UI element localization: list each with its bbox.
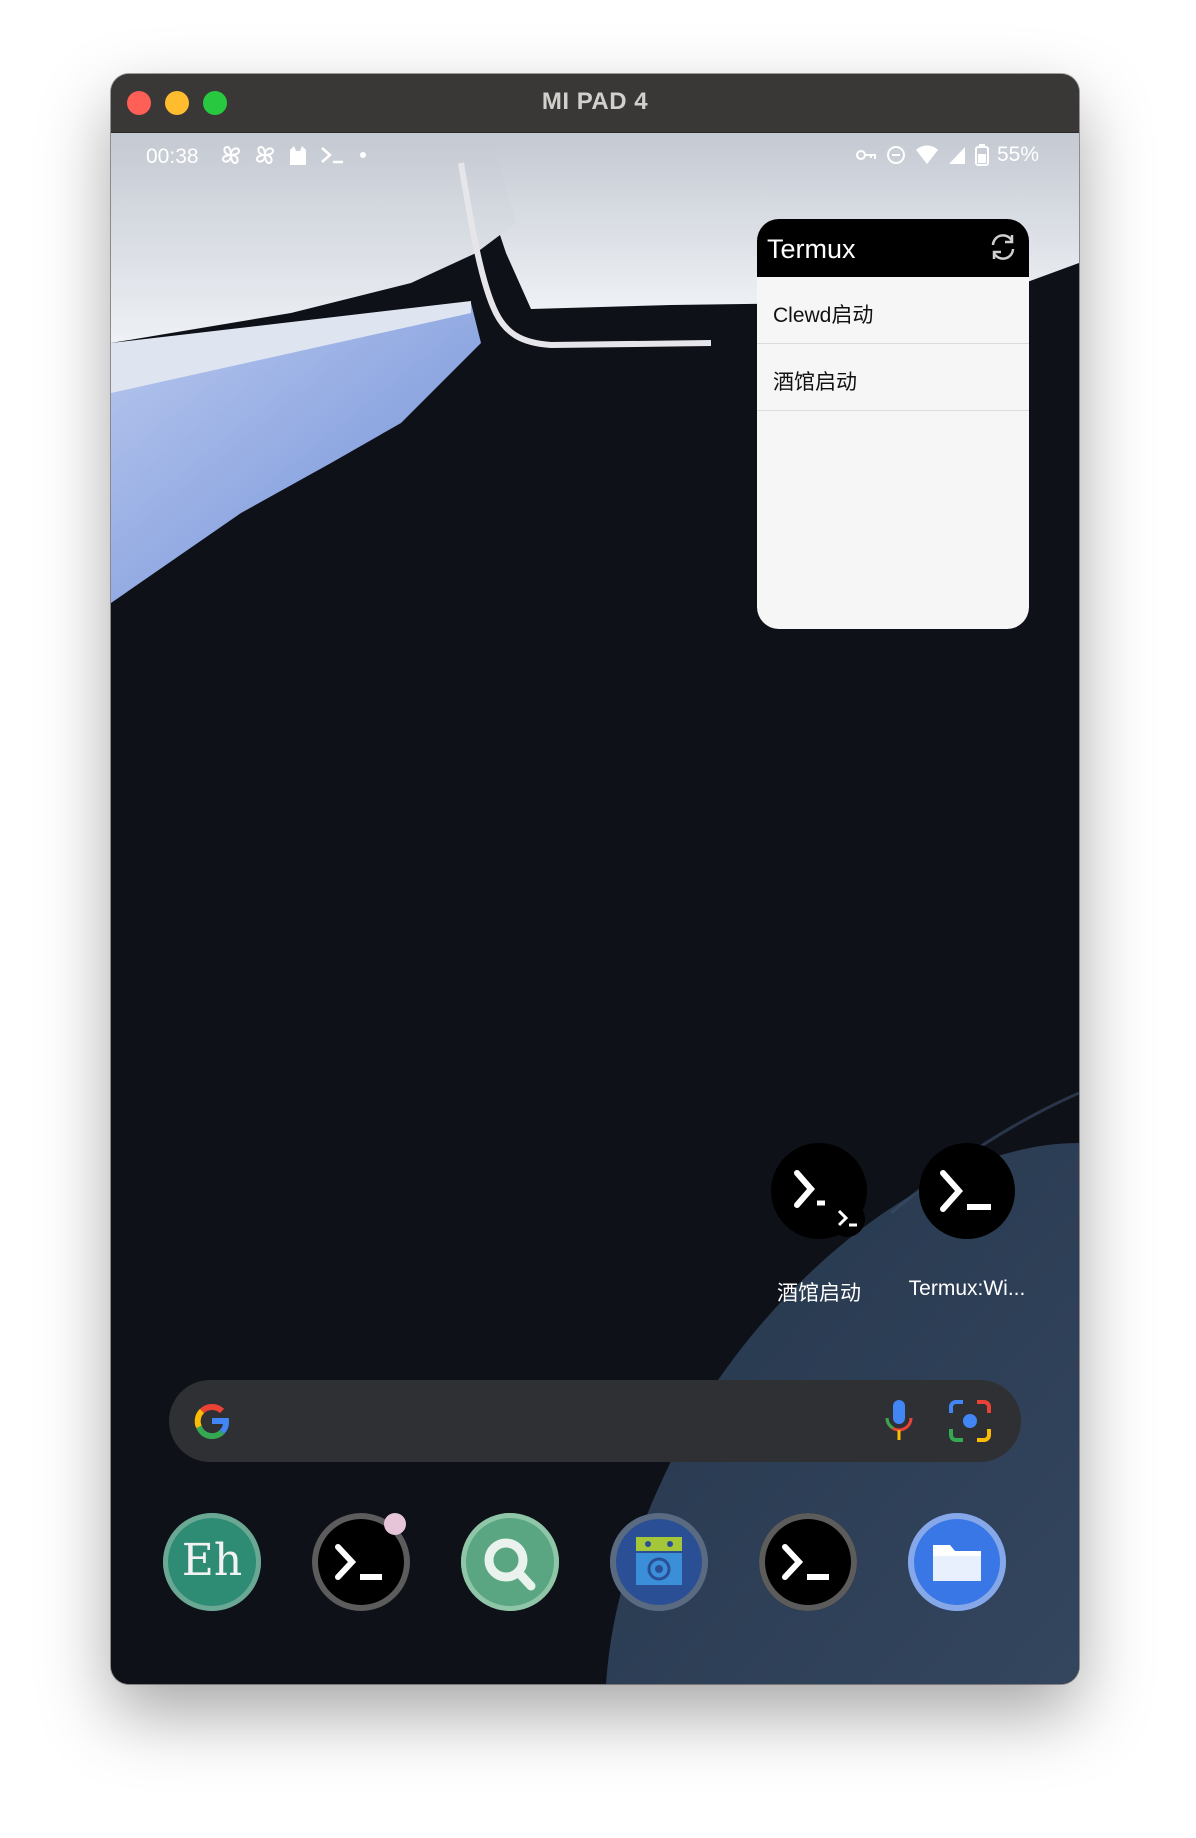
system-status-icons: 55%	[855, 143, 1039, 167]
eh-app-icon[interactable]: Eh	[163, 1513, 261, 1611]
termux-widget-shortcut[interactable]	[919, 1143, 1015, 1239]
notification-icons	[219, 143, 371, 167]
android-app-icon[interactable]	[610, 1513, 708, 1611]
widget-item-tavern[interactable]: 酒馆启动	[757, 344, 1029, 411]
tavern-shortcut[interactable]	[771, 1143, 867, 1239]
google-search-bar[interactable]	[169, 1380, 1021, 1462]
search-app-icon[interactable]	[461, 1513, 559, 1611]
window-titlebar: MI PAD 4	[111, 74, 1079, 133]
tavern-shortcut-label: 酒馆启动	[777, 1282, 861, 1305]
eh-app-label: Eh	[181, 1535, 243, 1586]
pinwheel-icon	[255, 145, 275, 165]
termux-app-icon[interactable]	[312, 1513, 410, 1611]
pinwheel-icon	[221, 145, 241, 165]
terminal-icon	[940, 1170, 991, 1212]
widget-item-label: 酒馆启动	[773, 371, 857, 394]
dot-icon	[360, 152, 366, 158]
widget-title: Termux	[767, 234, 856, 264]
termux-widget-shortcut-label: Termux:Wi...	[908, 1277, 1026, 1300]
signal-icon	[948, 147, 965, 164]
battery-icon	[974, 144, 989, 166]
magnifier-icon	[484, 1538, 536, 1591]
vpn-key-icon	[855, 150, 876, 160]
termux-widget: Termux Clewd启动 酒馆启动	[757, 219, 1029, 629]
android-icon	[636, 1537, 682, 1585]
terminal-icon	[321, 147, 343, 164]
terminal-icon	[782, 1544, 829, 1580]
widget-item-clewd[interactable]: Clewd启动	[757, 277, 1029, 344]
wifi-icon	[915, 145, 938, 164]
folder-icon	[933, 1545, 981, 1581]
status-bar: 00:38 55%	[111, 133, 1079, 185]
widget-header: Termux	[757, 219, 1029, 277]
terminal-shortcut-icon	[794, 1170, 865, 1237]
refresh-icon[interactable]	[987, 231, 1019, 263]
status-time: 00:38	[146, 145, 199, 168]
notification-dot	[384, 1513, 406, 1535]
window-title: MI PAD 4	[541, 88, 649, 115]
termux-alt-app-icon[interactable]	[759, 1513, 857, 1611]
battery-percent: 55%	[996, 143, 1039, 166]
android-home-screen: 00:38 55% Termux Clewd启动 酒馆启动 酒馆启动 Termu…	[111, 133, 1079, 1684]
widget-item-label: Clewd启动	[773, 304, 874, 327]
google-lens-icon[interactable]	[947, 1399, 993, 1443]
microphone-icon[interactable]	[881, 1398, 917, 1444]
device-window: MI PAD 4 00:38 55% Termux Clewd启动 酒馆启动 酒…	[111, 74, 1079, 1684]
google-logo-icon	[194, 1404, 229, 1440]
do-not-disturb-icon	[886, 146, 905, 164]
cat-icon	[290, 146, 306, 165]
files-app-icon[interactable]	[908, 1513, 1006, 1611]
